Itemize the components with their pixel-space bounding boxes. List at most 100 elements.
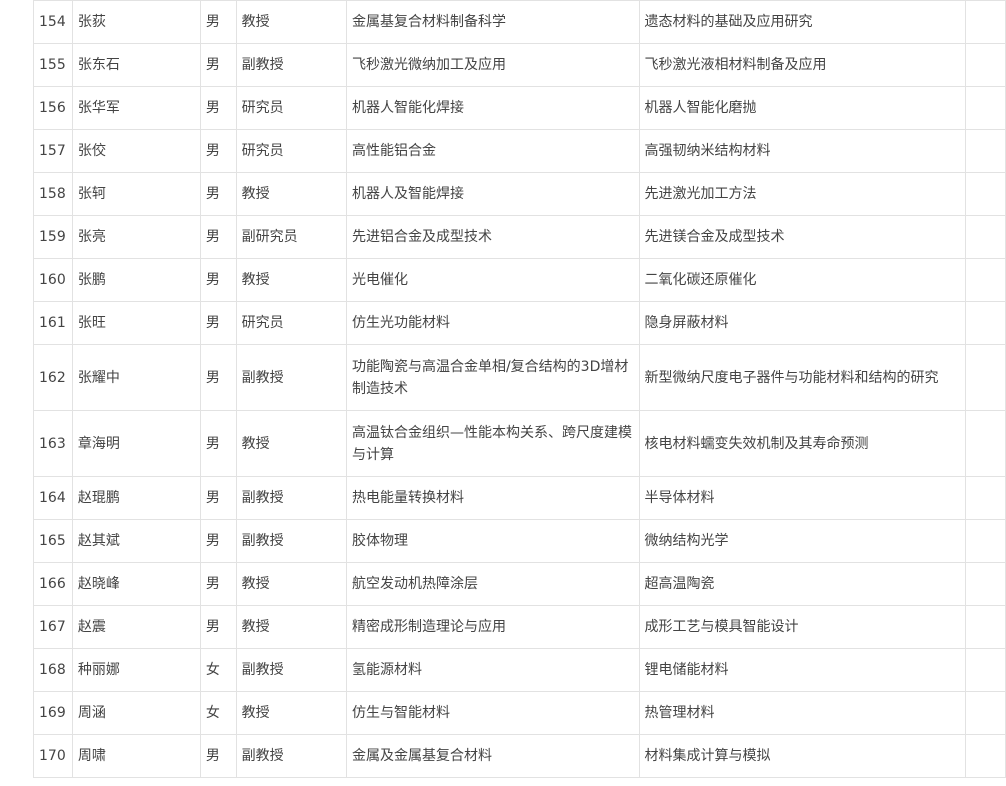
row-empty-cell: [965, 301, 1006, 345]
row-empty-cell: [965, 605, 1006, 649]
row-research-direction: 超高温陶瓷: [638, 562, 967, 606]
row-research-direction: 锂电储能材料: [638, 648, 967, 692]
row-number: 155: [33, 43, 73, 87]
row-number: 161: [33, 301, 73, 345]
row-gender: 男: [199, 43, 237, 87]
row-gender: 男: [199, 344, 237, 411]
row-research-field: 氢能源材料: [345, 648, 640, 692]
row-name: 张耀中: [71, 344, 201, 411]
table-row: 157 张佼男研究员 高性能铝合金 高强韧纳米结构材料: [33, 129, 1006, 173]
row-name: 张东石: [71, 43, 201, 87]
row-research-field: 先进铝合金及成型技术: [345, 215, 640, 259]
row-research-direction: 飞秒激光液相材料制备及应用: [638, 43, 967, 87]
row-name: 赵晓峰: [71, 562, 201, 606]
table-row: 168 种丽娜女副教授 氢能源材料 锂电储能材料: [33, 648, 1006, 692]
table-body: 154 张荻男教授 金属基复合材料制备科学 遗态材料的基础及应用研究 155 张东石男副教…: [33, 0, 1006, 778]
row-number: 162: [33, 344, 73, 411]
row-gender: 男: [199, 258, 237, 302]
row-research-field: 精密成形制造理论与应用: [345, 605, 640, 649]
row-research-direction: 高强韧纳米结构材料: [638, 129, 967, 173]
row-gender: 男: [199, 172, 237, 216]
row-research-direction: 材料集成计算与模拟: [638, 734, 967, 778]
row-title: 教授: [235, 258, 347, 302]
table-row: 154 张荻男教授 金属基复合材料制备科学 遗态材料的基础及应用研究: [33, 0, 1006, 44]
row-name: 张旺: [71, 301, 201, 345]
page: 154 张荻男教授 金属基复合材料制备科学 遗态材料的基础及应用研究 155 张东石男副教…: [0, 0, 1006, 786]
row-title: 教授: [235, 691, 347, 735]
row-research-direction: 机器人智能化磨抛: [638, 86, 967, 130]
table-row: 165 赵其斌男副教授 胶体物理 微纳结构光学: [33, 519, 1006, 563]
row-number: 170: [33, 734, 73, 778]
table-row: 161 张旺男研究员 仿生光功能材料 隐身屏蔽材料: [33, 301, 1006, 345]
row-research-field: 胶体物理: [345, 519, 640, 563]
row-research-field: 仿生与智能材料: [345, 691, 640, 735]
row-number: 164: [33, 476, 73, 520]
row-number: 158: [33, 172, 73, 216]
row-research-field: 金属及金属基复合材料: [345, 734, 640, 778]
row-empty-cell: [965, 648, 1006, 692]
table-row: 156 张华军男研究员 机器人智能化焊接 机器人智能化磨抛: [33, 86, 1006, 130]
row-title: 研究员: [235, 86, 347, 130]
row-name: 赵琨鹏: [71, 476, 201, 520]
row-empty-cell: [965, 0, 1006, 44]
row-name: 周啸: [71, 734, 201, 778]
row-empty-cell: [965, 691, 1006, 735]
row-title: 副教授: [235, 734, 347, 778]
row-research-field: 机器人智能化焊接: [345, 86, 640, 130]
row-name: 张轲: [71, 172, 201, 216]
row-empty-cell: [965, 562, 1006, 606]
row-research-direction: 微纳结构光学: [638, 519, 967, 563]
row-name: 张佼: [71, 129, 201, 173]
row-research-direction: 新型微纳尺度电子器件与功能材料和结构的研究: [638, 344, 967, 411]
row-gender: 男: [199, 519, 237, 563]
table-row: 167 赵震男教授 精密成形制造理论与应用 成形工艺与模具智能设计: [33, 605, 1006, 649]
row-gender: 男: [199, 605, 237, 649]
row-empty-cell: [965, 43, 1006, 87]
row-name: 周涵: [71, 691, 201, 735]
row-empty-cell: [965, 215, 1006, 259]
row-number: 156: [33, 86, 73, 130]
row-research-direction: 先进镁合金及成型技术: [638, 215, 967, 259]
row-gender: 男: [199, 0, 237, 44]
table-row: 166 赵晓峰男教授 航空发动机热障涂层 超高温陶瓷: [33, 562, 1006, 606]
row-title: 研究员: [235, 129, 347, 173]
row-number: 169: [33, 691, 73, 735]
row-title: 副教授: [235, 476, 347, 520]
row-number: 160: [33, 258, 73, 302]
row-title: 教授: [235, 605, 347, 649]
row-research-field: 机器人及智能焊接: [345, 172, 640, 216]
row-research-direction: 成形工艺与模具智能设计: [638, 605, 967, 649]
row-title: 教授: [235, 410, 347, 477]
table-row: 159 张亮男副研究员 先进铝合金及成型技术 先进镁合金及成型技术: [33, 215, 1006, 259]
row-research-field: 高温钛合金组织—性能本构关系、跨尺度建模与计算: [345, 410, 640, 477]
row-name: 赵震: [71, 605, 201, 649]
row-number: 163: [33, 410, 73, 477]
row-gender: 男: [199, 215, 237, 259]
row-title: 研究员: [235, 301, 347, 345]
row-gender: 男: [199, 734, 237, 778]
row-research-direction: 半导体材料: [638, 476, 967, 520]
row-name: 章海明: [71, 410, 201, 477]
row-research-direction: 遗态材料的基础及应用研究: [638, 0, 967, 44]
table-row: 170 周啸男副教授 金属及金属基复合材料 材料集成计算与模拟: [33, 734, 1006, 778]
table-row: 160 张鹏男教授 光电催化 二氧化碳还原催化: [33, 258, 1006, 302]
row-empty-cell: [965, 258, 1006, 302]
row-number: 167: [33, 605, 73, 649]
row-name: 张鹏: [71, 258, 201, 302]
row-empty-cell: [965, 410, 1006, 477]
row-gender: 男: [199, 86, 237, 130]
row-gender: 女: [199, 648, 237, 692]
table-row: 169 周涵女教授 仿生与智能材料 热管理材料: [33, 691, 1006, 735]
row-empty-cell: [965, 129, 1006, 173]
row-research-field: 航空发动机热障涂层: [345, 562, 640, 606]
table-row: 164 赵琨鹏男副教授 热电能量转换材料 半导体材料: [33, 476, 1006, 520]
row-title: 副研究员: [235, 215, 347, 259]
row-research-direction: 热管理材料: [638, 691, 967, 735]
row-name: 张荻: [71, 0, 201, 44]
row-empty-cell: [965, 519, 1006, 563]
row-research-field: 金属基复合材料制备科学: [345, 0, 640, 44]
row-research-field: 高性能铝合金: [345, 129, 640, 173]
row-title: 副教授: [235, 344, 347, 411]
row-gender: 男: [199, 562, 237, 606]
row-name: 赵其斌: [71, 519, 201, 563]
